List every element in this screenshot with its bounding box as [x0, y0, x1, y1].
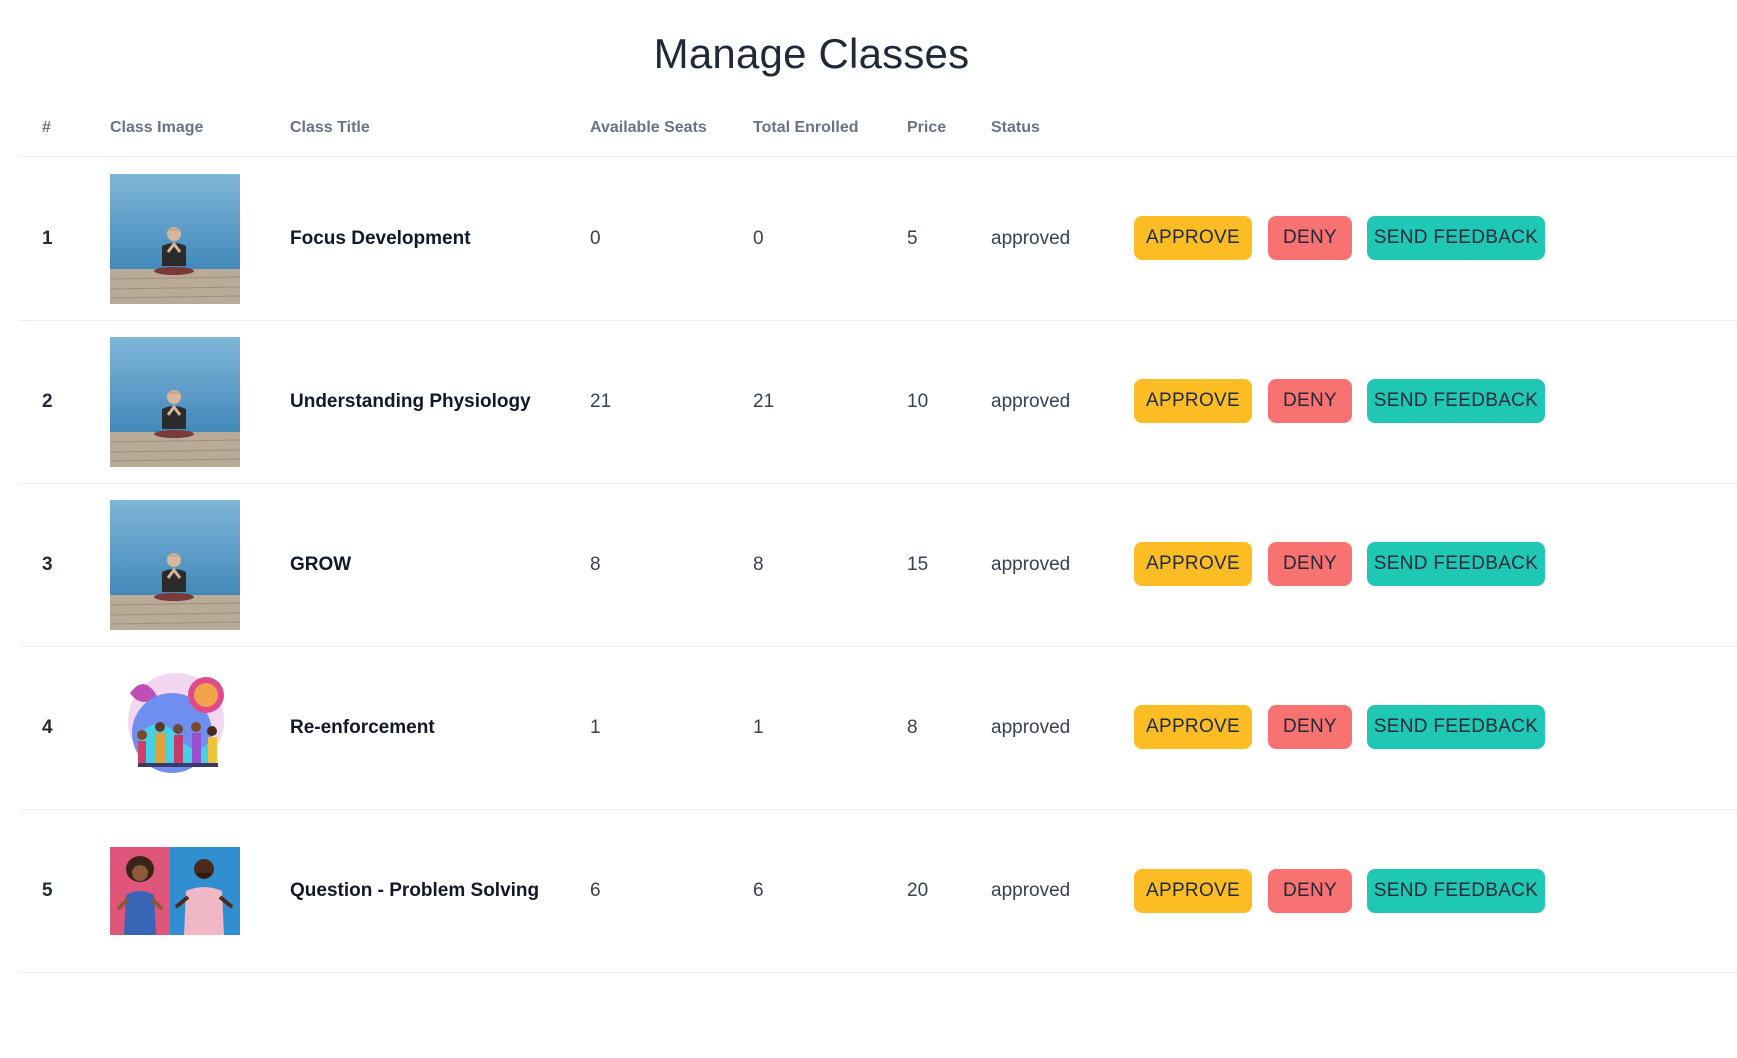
class-title: Re-enforcement: [290, 716, 435, 738]
header-price: Price: [907, 119, 947, 136]
available-seats: 1: [590, 716, 601, 738]
approve-button[interactable]: APPROVE: [1134, 379, 1252, 423]
total-enrolled: 0: [753, 227, 764, 249]
class-image: [110, 663, 240, 793]
total-enrolled: 21: [753, 390, 775, 412]
status: approved: [991, 553, 1071, 575]
status: approved: [991, 227, 1071, 249]
price: 15: [907, 553, 929, 575]
price: 5: [907, 227, 918, 249]
class-title: Focus Development: [290, 227, 471, 249]
class-image: [110, 846, 240, 935]
class-image: [110, 173, 240, 304]
header-total-enrolled: Total Enrolled: [753, 119, 859, 136]
available-seats: 6: [590, 879, 601, 901]
status: approved: [991, 716, 1071, 738]
total-enrolled: 1: [753, 716, 764, 738]
approve-button[interactable]: APPROVE: [1134, 542, 1252, 586]
send-feedback-button[interactable]: SEND FEEDBACK: [1367, 542, 1545, 586]
page-title: Manage Classes: [653, 30, 970, 77]
class-image-cell: [110, 646, 240, 809]
deny-button[interactable]: DENY: [1268, 216, 1352, 260]
send-feedback-button[interactable]: SEND FEEDBACK: [1367, 869, 1545, 913]
total-enrolled: 6: [753, 879, 764, 901]
class-title: Understanding Physiology: [290, 390, 531, 412]
table-row: 2 Understanding Physiology 21 21 10 appr…: [20, 320, 1737, 484]
price: 10: [907, 390, 929, 412]
header-class-title: Class Title: [290, 119, 370, 136]
deny-button[interactable]: DENY: [1268, 869, 1352, 913]
row-number: 5: [42, 879, 53, 901]
row-number: 2: [42, 390, 53, 412]
class-image-cell: [110, 157, 240, 320]
approve-button[interactable]: APPROVE: [1134, 869, 1252, 913]
class-image-cell: [110, 320, 240, 483]
total-enrolled: 8: [753, 553, 764, 575]
approve-button[interactable]: APPROVE: [1134, 705, 1252, 749]
class-image-cell: [110, 483, 240, 646]
deny-button[interactable]: DENY: [1268, 542, 1352, 586]
class-image-cell: [110, 809, 240, 972]
available-seats: 0: [590, 227, 601, 249]
available-seats: 8: [590, 553, 601, 575]
approve-button[interactable]: APPROVE: [1134, 216, 1252, 260]
table-row: 5 Question - Problem Solving 6 6 20 appr…: [20, 809, 1737, 973]
row-number: 1: [42, 227, 53, 249]
send-feedback-button[interactable]: SEND FEEDBACK: [1367, 705, 1545, 749]
header-number: #: [42, 119, 51, 136]
price: 20: [907, 879, 929, 901]
send-feedback-button[interactable]: SEND FEEDBACK: [1367, 216, 1545, 260]
price: 8: [907, 716, 918, 738]
deny-button[interactable]: DENY: [1268, 379, 1352, 423]
class-image: [110, 336, 240, 467]
deny-button[interactable]: DENY: [1268, 705, 1352, 749]
table-header: # Class Image Class Title Available Seat…: [20, 103, 1737, 157]
table-row: 1 Focus Development 0 0 5 approved APPRO…: [20, 157, 1737, 321]
status: approved: [991, 879, 1071, 901]
row-number: 4: [42, 716, 53, 738]
table-row: 3 GROW 8 8 15 approved APPROVE DENY SEND…: [20, 483, 1737, 647]
table-row: 4 Re-enforcement 1 1 8 approved APPROVE …: [20, 646, 1737, 810]
status: approved: [991, 390, 1071, 412]
header-available-seats: Available Seats: [590, 119, 707, 136]
class-title: GROW: [290, 553, 352, 575]
class-image: [110, 499, 240, 630]
class-title: Question - Problem Solving: [290, 879, 540, 901]
send-feedback-button[interactable]: SEND FEEDBACK: [1367, 379, 1545, 423]
header-class-image: Class Image: [110, 119, 204, 136]
available-seats: 21: [590, 390, 612, 412]
row-number: 3: [42, 553, 53, 575]
header-status: Status: [991, 119, 1040, 136]
